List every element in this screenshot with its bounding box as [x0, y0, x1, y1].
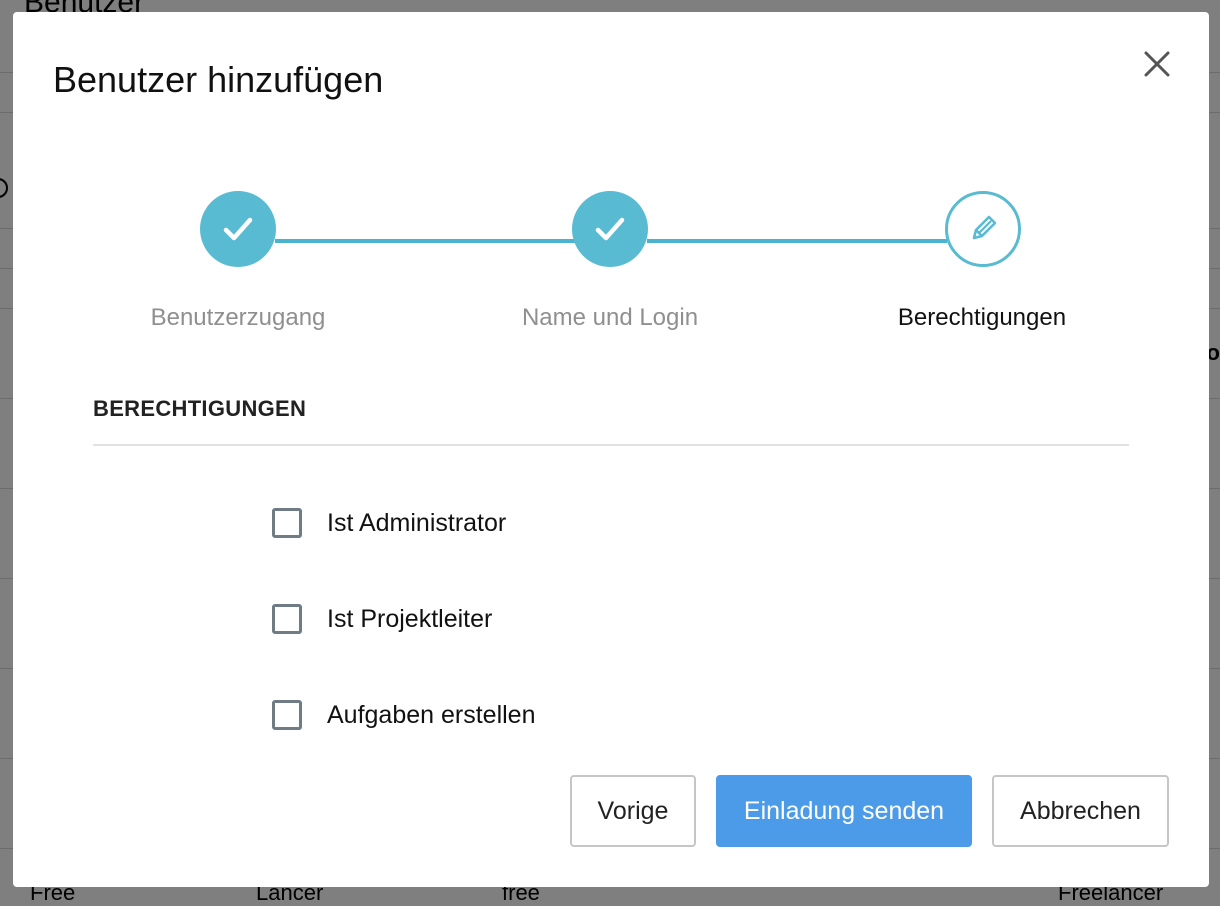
permissions-heading: BERECHTIGUNGEN [93, 396, 307, 421]
send-invitation-button[interactable]: Einladung senden [716, 775, 972, 847]
step-3-indicator [945, 191, 1021, 267]
permission-option-create-tasks[interactable]: Aufgaben erstellen [272, 695, 535, 735]
dialog-title: Benutzer hinzufügen [53, 59, 384, 100]
wizard-stepper: Benutzerzugang Name und Login Berechtigu… [13, 190, 1209, 350]
permission-option-project-lead[interactable]: Ist Projektleiter [272, 599, 492, 639]
administrator-checkbox[interactable] [272, 508, 302, 538]
permission-label: Ist Projektleiter [327, 604, 493, 633]
add-user-dialog: Benutzer hinzufügen Benutzerzugang Name … [13, 12, 1209, 887]
previous-button[interactable]: Vorige [570, 775, 696, 847]
section-divider [93, 444, 1129, 446]
project-lead-checkbox[interactable] [272, 604, 302, 634]
create-tasks-checkbox[interactable] [272, 700, 302, 730]
step-1-label: Benutzerzugang [150, 304, 326, 331]
step-2-label: Name und Login [521, 304, 699, 331]
close-icon [1144, 51, 1170, 77]
check-icon [223, 217, 253, 241]
step-connector [275, 239, 575, 243]
permission-label: Aufgaben erstellen [327, 700, 536, 729]
step-1-indicator [200, 191, 276, 267]
cancel-button[interactable]: Abbrechen [992, 775, 1169, 847]
pencil-icon [972, 215, 997, 240]
search-icon [0, 178, 8, 198]
check-icon [595, 217, 625, 241]
step-connector [647, 239, 947, 243]
step-2-indicator [572, 191, 648, 267]
step-3-label: Berechtigungen [897, 304, 1067, 331]
permission-label: Ist Administrator [327, 508, 507, 537]
permission-option-administrator[interactable]: Ist Administrator [272, 503, 506, 543]
close-button[interactable] [1141, 48, 1173, 80]
